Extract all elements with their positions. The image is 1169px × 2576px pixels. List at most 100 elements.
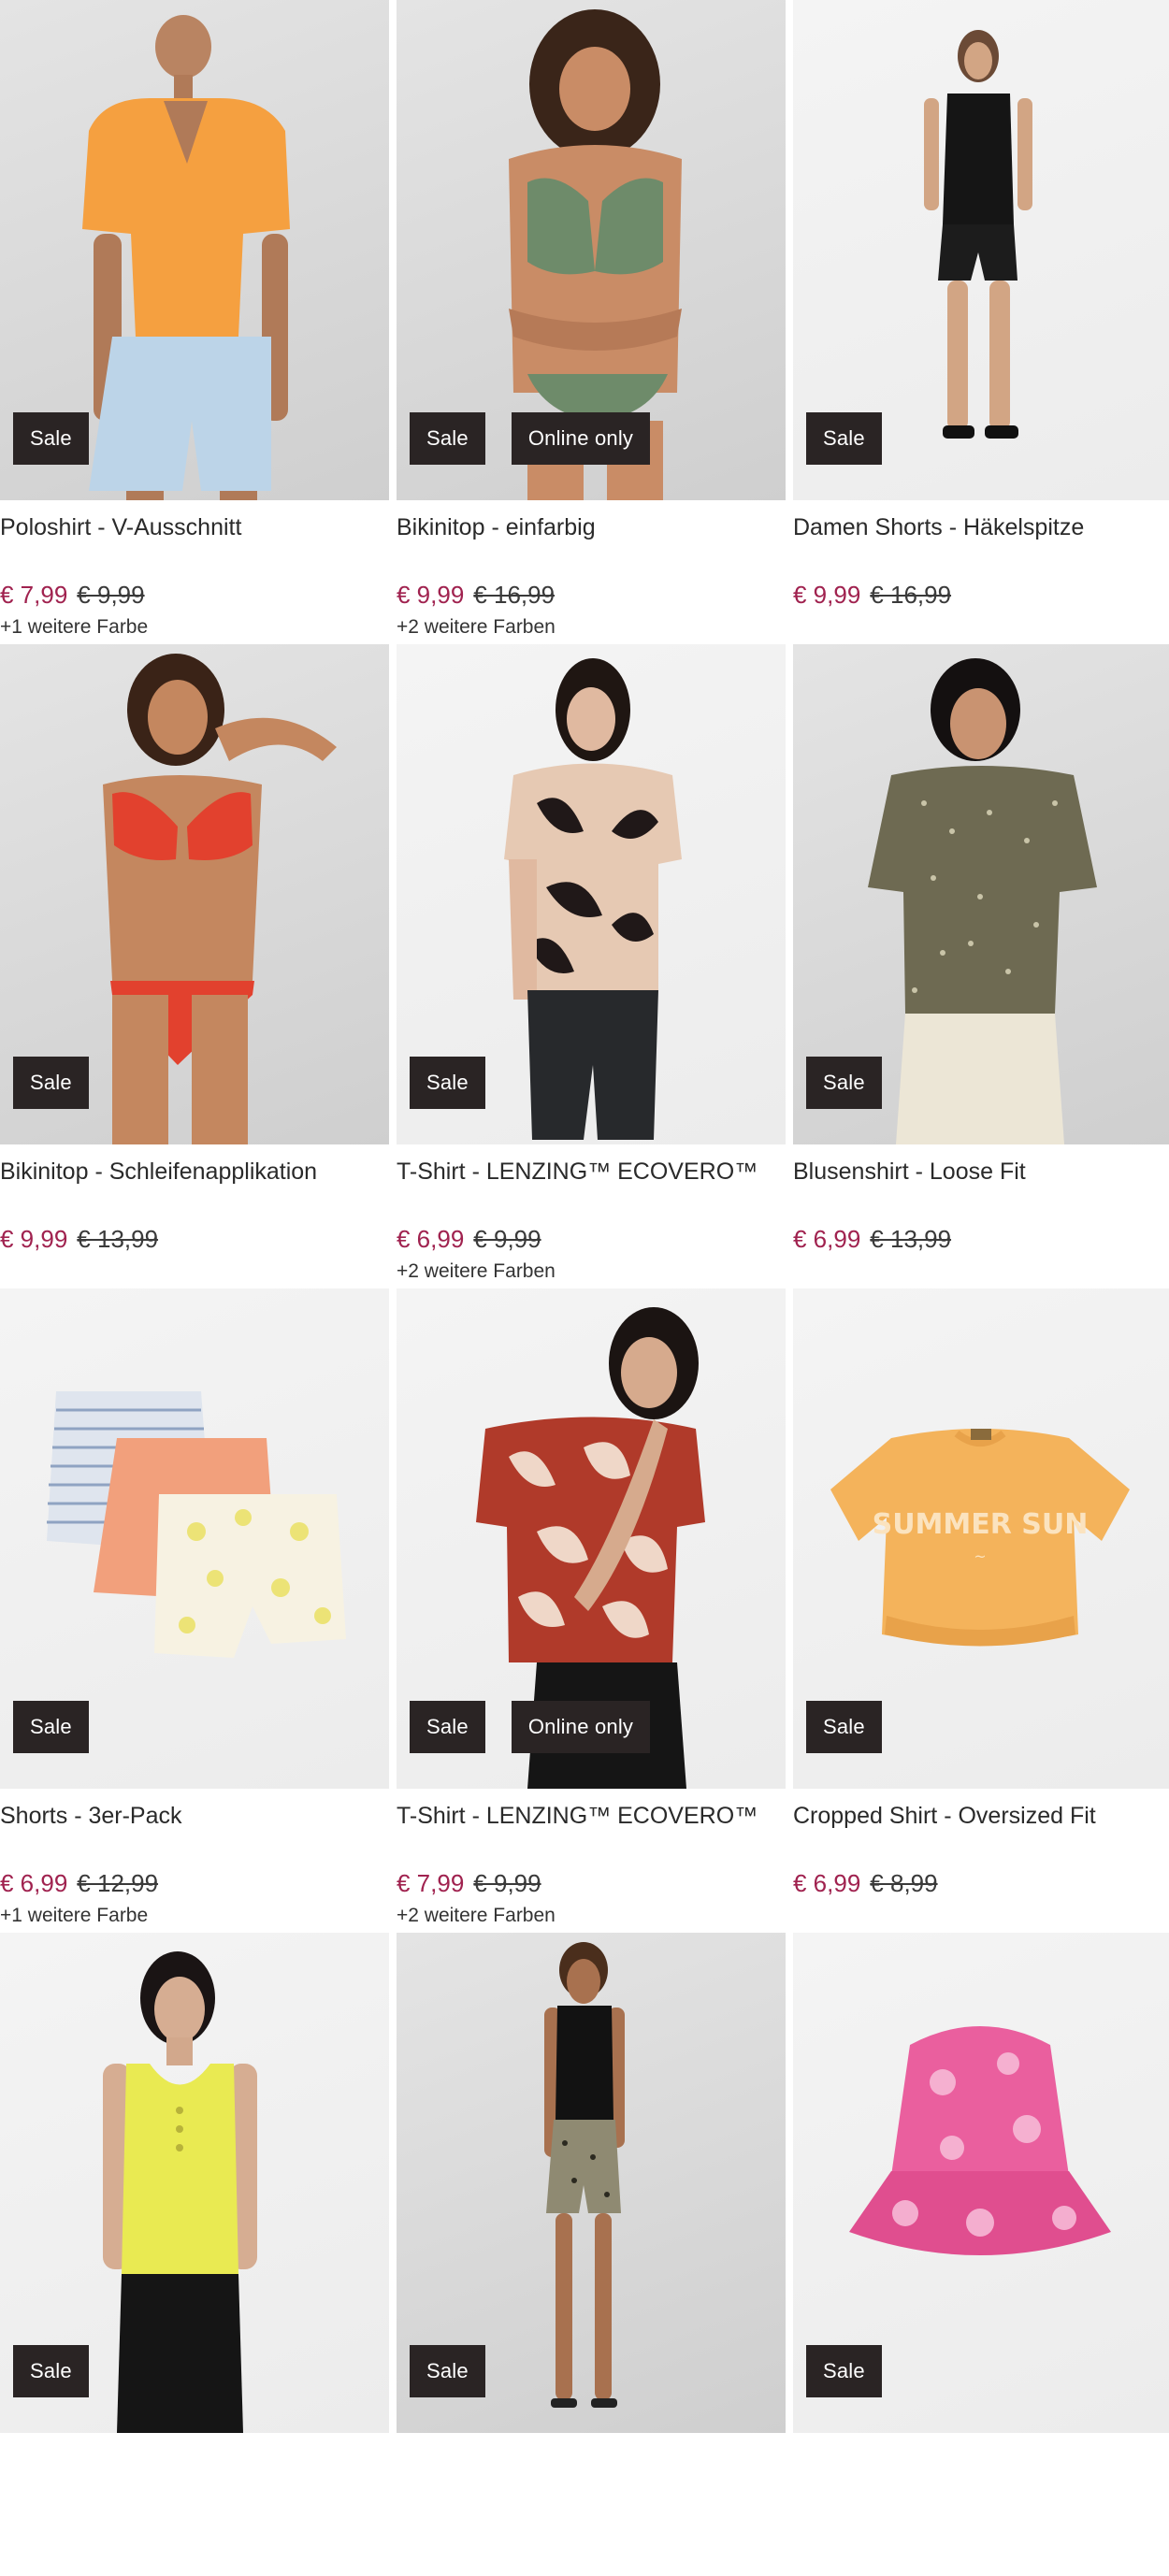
product-image[interactable]: Sale bbox=[397, 1933, 786, 2433]
product-image[interactable]: Sale Online only bbox=[397, 1288, 786, 1789]
more-colors-link[interactable] bbox=[793, 1259, 1169, 1285]
product-name[interactable]: Bikinitop - Schleifenapplikation bbox=[0, 1144, 389, 1187]
sale-badge: Sale bbox=[13, 1057, 89, 1109]
product-card[interactable]: Sale bbox=[397, 1933, 786, 2576]
current-price: € 6,99 bbox=[0, 1869, 68, 1897]
sale-badge: Sale bbox=[410, 2345, 485, 2397]
product-grid: Sale Poloshirt - V-Ausschnitt € 7,99 € 9,… bbox=[0, 0, 1169, 2576]
more-colors-link[interactable] bbox=[793, 1903, 1169, 1929]
more-colors-link[interactable]: +1 weitere Farbe bbox=[0, 614, 389, 640]
price-row: € 6,99 € 12,99 bbox=[0, 1867, 389, 1899]
sale-badge: Sale bbox=[806, 1701, 882, 1753]
badge-group: Sale bbox=[13, 412, 89, 465]
product-image[interactable]: SUMMER SUN ~ Sale bbox=[793, 1288, 1169, 1789]
badge-group: Sale bbox=[410, 2345, 485, 2397]
product-name[interactable]: Bikinitop - einfarbig bbox=[397, 500, 786, 543]
badge-group: Sale Online only bbox=[410, 1701, 651, 1753]
product-name[interactable] bbox=[793, 2433, 1169, 2476]
more-colors-link[interactable]: +1 weitere Farbe bbox=[0, 1903, 389, 1929]
badge-group: Sale bbox=[13, 2345, 89, 2397]
current-price: € 7,99 bbox=[397, 1869, 465, 1897]
sale-badge: Sale bbox=[13, 412, 89, 465]
product-name[interactable]: Damen Shorts - Häkelspitze bbox=[793, 500, 1169, 543]
product-card[interactable]: Sale Poloshirt - V-Ausschnitt € 7,99 € 9,… bbox=[0, 0, 389, 644]
product-name[interactable]: T-Shirt - LENZING™ ECOVERO™ bbox=[397, 1144, 786, 1187]
current-price: € 9,99 bbox=[0, 1225, 68, 1253]
product-image[interactable]: Sale bbox=[793, 644, 1169, 1144]
product-name[interactable] bbox=[397, 2433, 786, 2476]
badge-group: Sale Online only bbox=[410, 412, 651, 465]
product-image[interactable]: Sale bbox=[0, 1288, 389, 1789]
current-price: € 9,99 bbox=[397, 581, 465, 609]
current-price: € 6,99 bbox=[397, 1225, 465, 1253]
sale-badge: Sale bbox=[410, 1057, 485, 1109]
product-card[interactable]: Sale Shorts - 3er-Pack € 6,99 € 12,99 +1 … bbox=[0, 1288, 389, 1933]
product-name[interactable]: Shorts - 3er-Pack bbox=[0, 1789, 389, 1832]
product-card[interactable]: Sale bbox=[793, 1933, 1169, 2576]
badge-group: Sale bbox=[806, 2345, 882, 2397]
current-price: € 7,99 bbox=[0, 581, 68, 609]
more-colors-link[interactable]: +2 weitere Farben bbox=[397, 1903, 786, 1929]
svg-text:~: ~ bbox=[974, 1547, 986, 1565]
old-price: € 9,99 bbox=[473, 1225, 541, 1253]
more-colors-link[interactable]: +2 weitere Farben bbox=[397, 1259, 786, 1285]
price-row: € 9,99 € 16,99 bbox=[793, 579, 1169, 611]
old-price: € 13,99 bbox=[77, 1225, 159, 1253]
price-row: € 9,99 € 16,99 bbox=[397, 579, 786, 611]
badge-group: Sale bbox=[13, 1057, 89, 1109]
product-card[interactable]: SUMMER SUN ~ Sale Cropped Shirt - Oversi… bbox=[793, 1288, 1169, 1933]
more-colors-link[interactable] bbox=[0, 1259, 389, 1285]
sale-badge: Sale bbox=[806, 412, 882, 465]
more-colors-link[interactable] bbox=[793, 614, 1169, 640]
product-card[interactable]: Sale Damen Shorts - Häkelspitze € 9,99 € … bbox=[793, 0, 1169, 644]
sale-badge: Sale bbox=[13, 2345, 89, 2397]
product-card[interactable]: Sale Bikinitop - Schleifenapplikation € … bbox=[0, 644, 389, 1288]
product-card[interactable]: Sale Blusenshirt - Loose Fit € 6,99 € 13,… bbox=[793, 644, 1169, 1288]
product-image[interactable]: Sale bbox=[0, 1933, 389, 2433]
sale-badge: Sale bbox=[806, 1057, 882, 1109]
price-row: € 6,99 € 9,99 bbox=[397, 1223, 786, 1255]
old-price: € 12,99 bbox=[77, 1869, 159, 1897]
product-image[interactable]: Sale Online only bbox=[397, 0, 786, 500]
product-image[interactable]: Sale bbox=[793, 1933, 1169, 2433]
shirt-print-text: SUMMER SUN bbox=[873, 1508, 1089, 1541]
product-card[interactable]: Sale T-Shirt - LENZING™ ECOVERO™ € 6,99 €… bbox=[397, 644, 786, 1288]
product-name[interactable]: Poloshirt - V-Ausschnitt bbox=[0, 500, 389, 543]
old-price: € 9,99 bbox=[77, 581, 145, 609]
old-price: € 13,99 bbox=[870, 1225, 952, 1253]
product-card[interactable]: Sale Online only T-Shirt - LENZING™ ECOV… bbox=[397, 1288, 786, 1933]
badge-group: Sale bbox=[410, 1057, 485, 1109]
price-row: € 7,99 € 9,99 bbox=[0, 579, 389, 611]
price-row: € 7,99 € 9,99 bbox=[397, 1867, 786, 1899]
badge-group: Sale bbox=[806, 1701, 882, 1753]
more-colors-link[interactable]: +2 weitere Farben bbox=[397, 614, 786, 640]
old-price: € 16,99 bbox=[870, 581, 952, 609]
product-image[interactable]: Sale bbox=[397, 644, 786, 1144]
current-price: € 6,99 bbox=[793, 1225, 861, 1253]
product-name[interactable]: Blusenshirt - Loose Fit bbox=[793, 1144, 1169, 1187]
badge-group: Sale bbox=[13, 1701, 89, 1753]
old-price: € 8,99 bbox=[870, 1869, 938, 1897]
product-image[interactable]: Sale bbox=[0, 0, 389, 500]
product-card[interactable]: Sale bbox=[0, 1933, 389, 2576]
product-name[interactable]: Cropped Shirt - Oversized Fit bbox=[793, 1789, 1169, 1832]
current-price: € 9,99 bbox=[793, 581, 861, 609]
online-only-badge: Online only bbox=[511, 1701, 651, 1753]
old-price: € 9,99 bbox=[473, 1869, 541, 1897]
online-only-badge: Online only bbox=[511, 412, 651, 465]
product-name[interactable] bbox=[0, 2433, 389, 2476]
product-card[interactable]: Sale Online only Bikinitop - einfarbig €… bbox=[397, 0, 786, 644]
product-image[interactable]: Sale bbox=[0, 644, 389, 1144]
badge-group: Sale bbox=[806, 1057, 882, 1109]
price-row: € 6,99 € 13,99 bbox=[793, 1223, 1169, 1255]
old-price: € 16,99 bbox=[473, 581, 556, 609]
price-row: € 6,99 € 8,99 bbox=[793, 1867, 1169, 1899]
price-row: € 9,99 € 13,99 bbox=[0, 1223, 389, 1255]
product-name[interactable]: T-Shirt - LENZING™ ECOVERO™ bbox=[397, 1789, 786, 1832]
sale-badge: Sale bbox=[806, 2345, 882, 2397]
badge-group: Sale bbox=[806, 412, 882, 465]
sale-badge: Sale bbox=[13, 1701, 89, 1753]
sale-badge: Sale bbox=[410, 412, 485, 465]
product-image[interactable]: Sale bbox=[793, 0, 1169, 500]
sale-badge: Sale bbox=[410, 1701, 485, 1753]
